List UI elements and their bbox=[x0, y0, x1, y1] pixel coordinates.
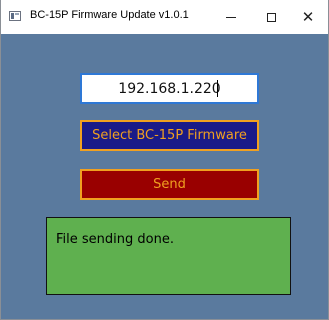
ip-address-input[interactable] bbox=[80, 73, 259, 104]
text-caret bbox=[217, 80, 218, 97]
app-window: BC-15P Firmware Update v1.0.1 ✕ Select B… bbox=[0, 0, 329, 320]
app-icon bbox=[9, 11, 21, 21]
send-button[interactable]: Send bbox=[80, 169, 259, 200]
select-firmware-button[interactable]: Select BC-15P Firmware bbox=[80, 120, 259, 151]
maximize-button[interactable] bbox=[251, 0, 291, 34]
close-icon: ✕ bbox=[301, 7, 315, 26]
minimize-button[interactable] bbox=[211, 0, 251, 34]
title-bar[interactable]: BC-15P Firmware Update v1.0.1 ✕ bbox=[1, 0, 328, 34]
maximize-icon bbox=[266, 12, 276, 22]
close-button[interactable]: ✕ bbox=[288, 0, 328, 34]
main-panel: Select BC-15P Firmware Send File sending… bbox=[1, 34, 328, 319]
status-message-box: File sending done. bbox=[46, 217, 291, 295]
minimize-icon bbox=[226, 16, 236, 18]
window-title: BC-15P Firmware Update v1.0.1 bbox=[30, 9, 189, 21]
